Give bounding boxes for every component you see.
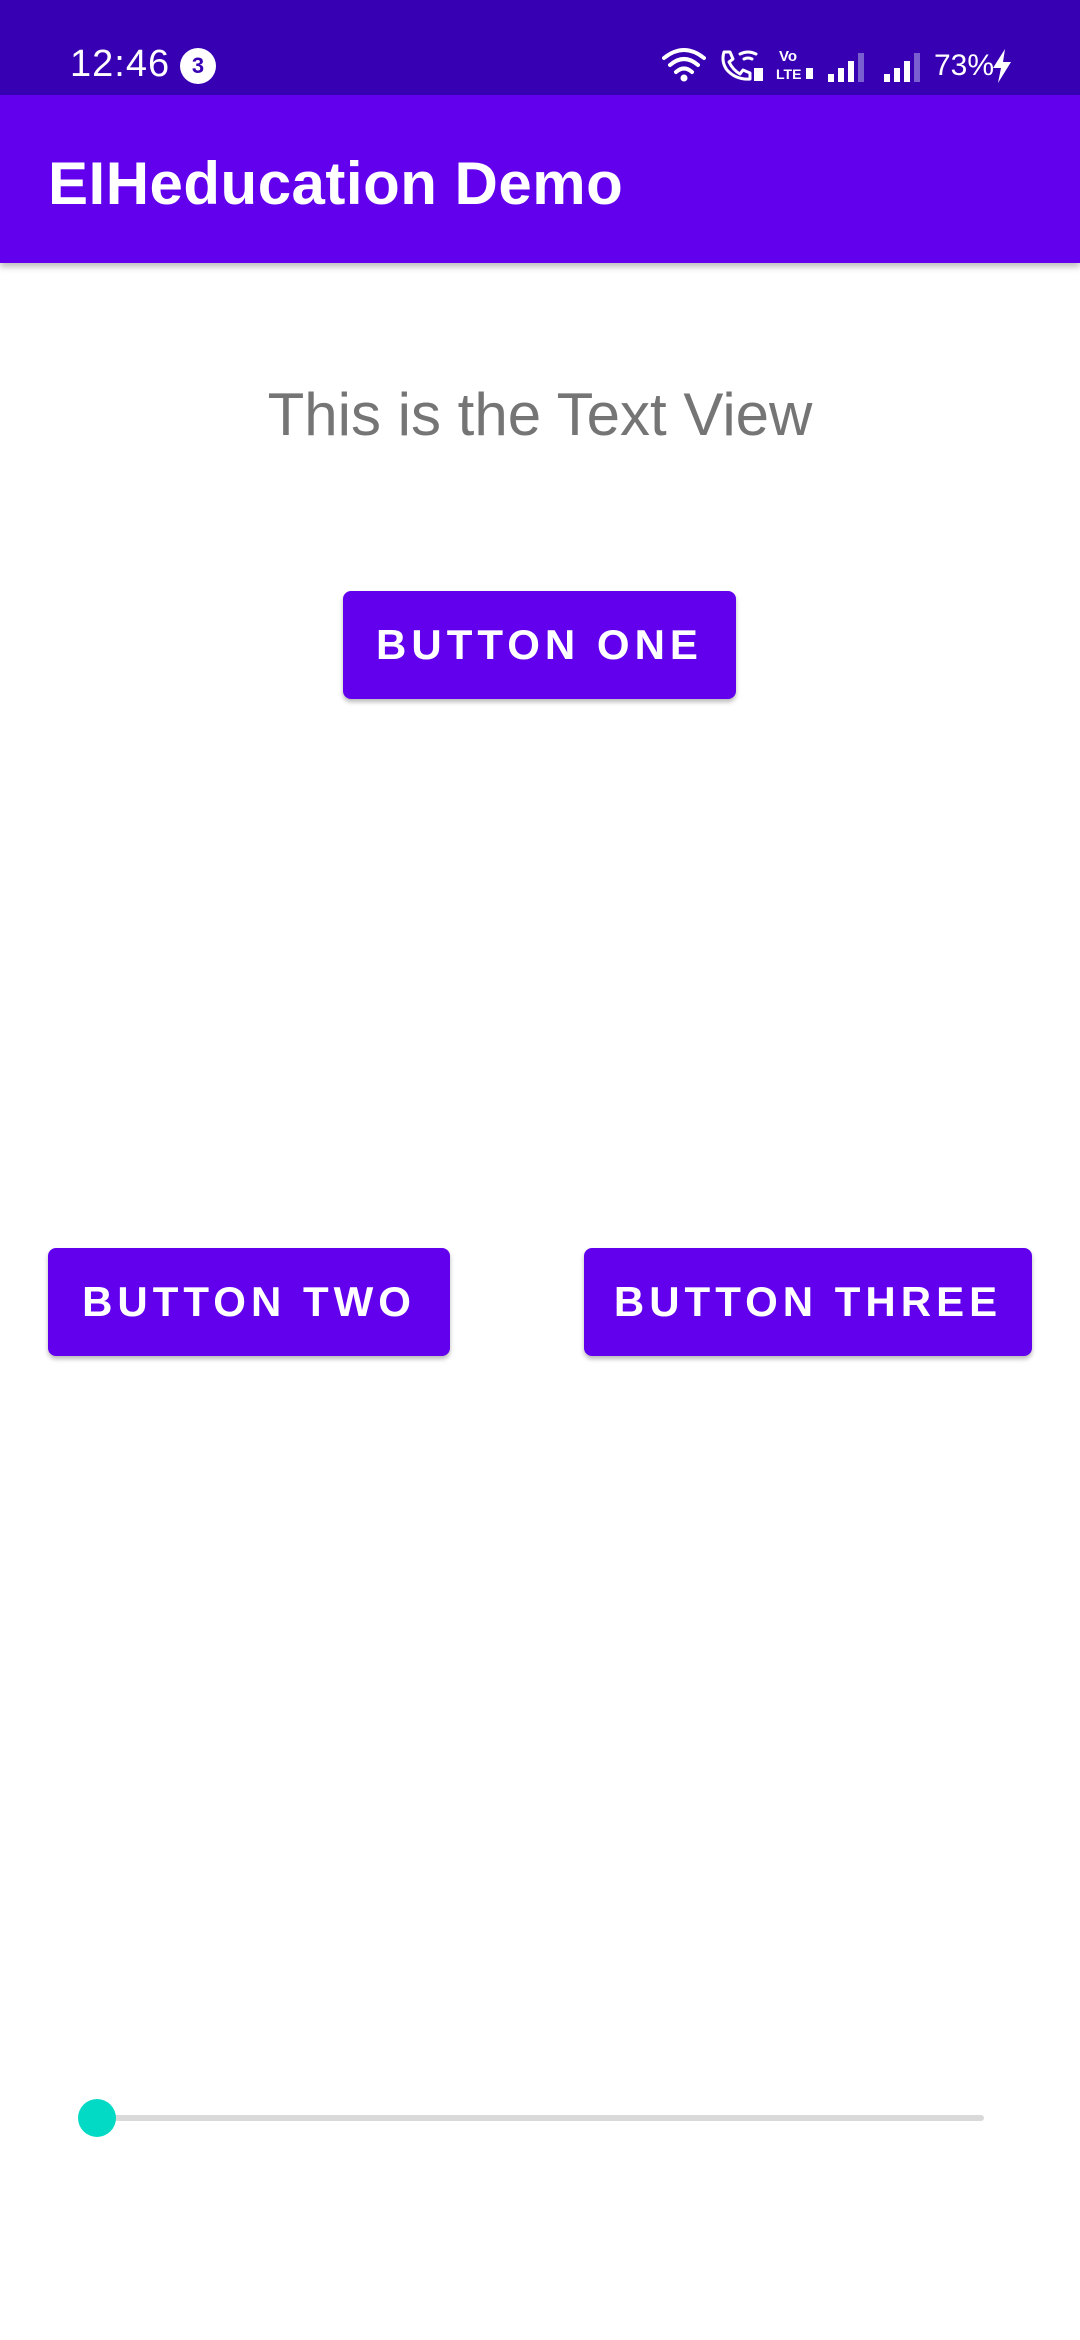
text-view: This is the Text View <box>267 381 813 448</box>
battery-percent: 73% <box>934 49 995 82</box>
charging-icon <box>990 48 1014 89</box>
status-time: 12:46 <box>70 43 171 85</box>
button-two[interactable]: BUTTON TWO <box>48 1248 450 1356</box>
wifi-icon <box>662 46 706 87</box>
svg-text:LTE: LTE <box>776 66 801 82</box>
wifi-call-icon <box>718 48 764 87</box>
seekbar-thumb[interactable] <box>78 2099 116 2137</box>
status-bar: 12:46 3 Vo LTE 73% <box>0 0 1080 95</box>
app-bar: EIHeducation Demo <box>0 95 1080 263</box>
button-one[interactable]: BUTTON ONE <box>343 591 736 699</box>
volte-icon: Vo LTE <box>775 46 815 87</box>
app-title: EIHeducation Demo <box>48 150 624 217</box>
seekbar[interactable] <box>78 2094 984 2142</box>
svg-text:Vo: Vo <box>779 48 797 65</box>
signal-icon <box>826 52 870 87</box>
app-screen: 12:46 3 Vo LTE 73% EIHeducation Demo Thi… <box>0 0 1080 2340</box>
notification-count-badge: 3 <box>180 48 216 84</box>
seekbar-track[interactable] <box>96 2115 984 2121</box>
button-three[interactable]: BUTTON THREE <box>584 1248 1032 1356</box>
signal-icon <box>882 52 926 87</box>
